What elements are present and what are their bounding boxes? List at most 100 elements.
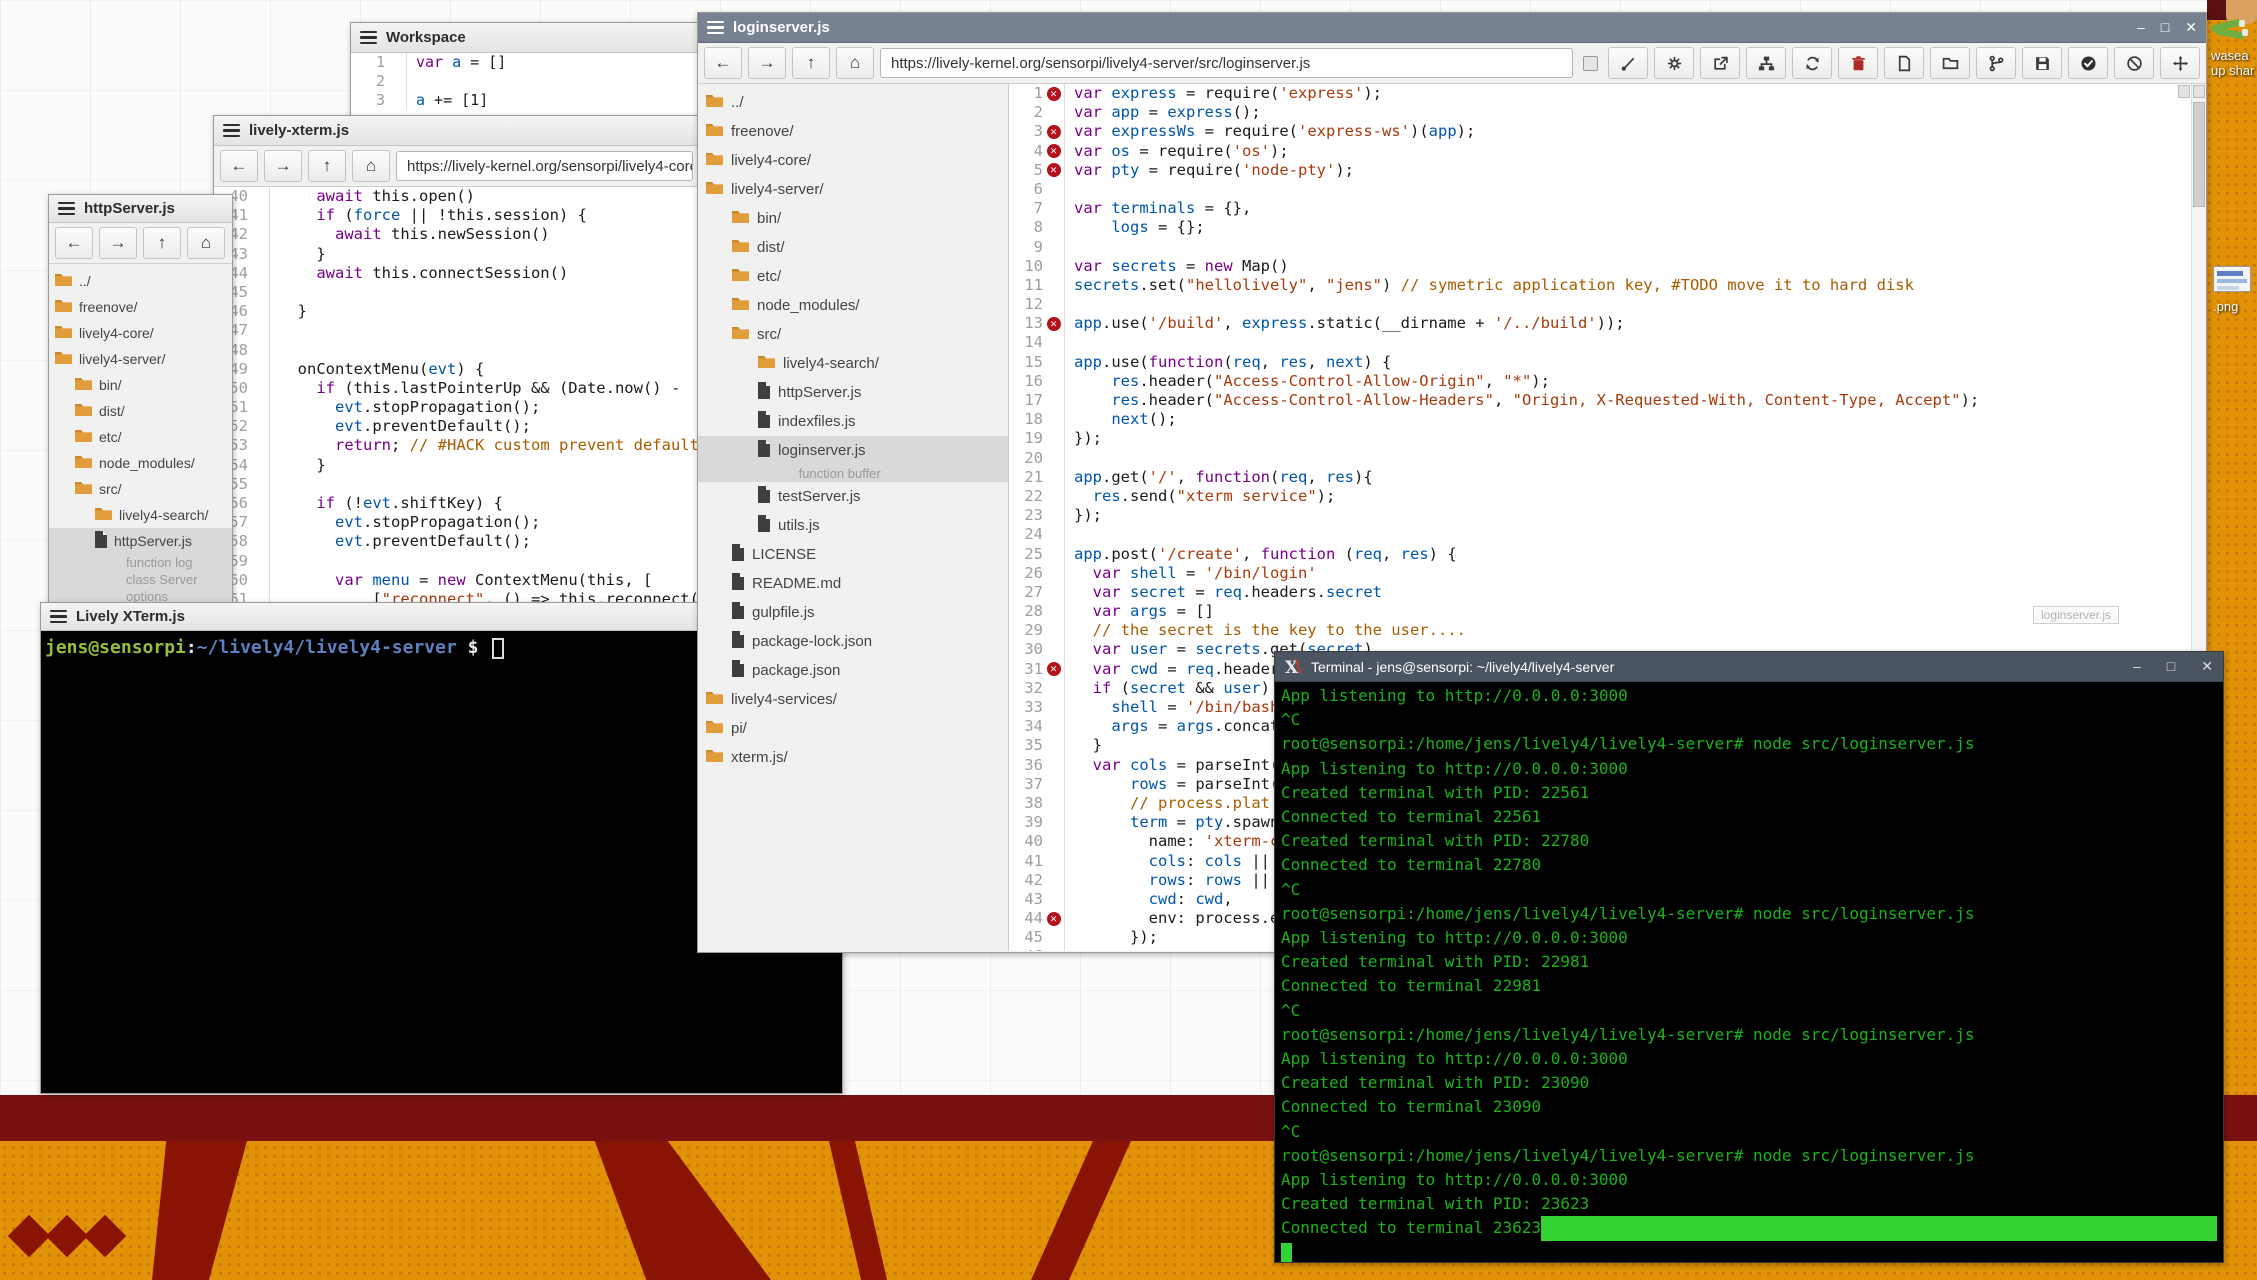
code-line[interactable]: 20: [1009, 449, 2206, 468]
code-line[interactable]: 18 next();: [1009, 410, 2206, 429]
tree-item-gulpfile-js[interactable]: gulpfile.js: [698, 598, 1008, 627]
sitemap-button[interactable]: [1746, 47, 1786, 79]
url-input[interactable]: https://lively-kernel.org/sensorpi/livel…: [396, 151, 693, 181]
code-line[interactable]: 11secrets.set("hellolively", "jens") // …: [1009, 276, 2206, 295]
tree-item-etc[interactable]: etc/: [49, 424, 232, 450]
code-line[interactable]: 57 evt.stopPropagation();: [214, 513, 699, 532]
menu-icon[interactable]: [50, 610, 67, 624]
maximize-icon[interactable]: □: [2167, 658, 2175, 675]
scrollbar-thumb[interactable]: [2193, 102, 2205, 207]
code-line[interactable]: 24: [1009, 525, 2206, 544]
tree-item-src[interactable]: src/: [698, 320, 1008, 349]
code-line[interactable]: 40 await this.open(): [214, 187, 699, 206]
tree-item-node-modules[interactable]: node_modules/: [698, 291, 1008, 320]
tree-item-[interactable]: ../: [698, 88, 1008, 117]
close-icon[interactable]: ✕: [2185, 19, 2197, 36]
code-line[interactable]: 43 }: [214, 245, 699, 264]
code-line[interactable]: 1✕var express = require('express');: [1009, 84, 2206, 103]
trash-button[interactable]: [1838, 47, 1878, 79]
tree-item-dist[interactable]: dist/: [698, 233, 1008, 262]
code-line[interactable]: 5✕var pty = require('node-pty');: [1009, 161, 2206, 180]
up-button[interactable]: ↑: [143, 227, 181, 259]
code-line[interactable]: 21app.get('/', function(req, res){: [1009, 468, 2206, 487]
tree-item-etc[interactable]: etc/: [698, 262, 1008, 291]
code-line[interactable]: 45: [214, 283, 699, 302]
tree-item-xterm-js[interactable]: xterm.js/: [698, 743, 1008, 772]
code-line[interactable]: 3✕var expressWs = require('express-ws')(…: [1009, 122, 2206, 141]
forward-button[interactable]: →: [264, 150, 302, 182]
tree-item-lively4-services[interactable]: lively4-services/: [698, 685, 1008, 714]
tree-item-pi[interactable]: pi/: [698, 714, 1008, 743]
scrollbar-button[interactable]: [2193, 85, 2205, 98]
loginserver-titlebar[interactable]: loginserver.js – □ ✕: [698, 13, 2206, 43]
code-line[interactable]: 42 await this.newSession(): [214, 225, 699, 244]
menu-icon[interactable]: [58, 202, 75, 216]
code-line[interactable]: 54 }: [214, 456, 699, 475]
maximize-icon[interactable]: □: [2161, 19, 2169, 36]
code-line[interactable]: 12: [1009, 295, 2206, 314]
brush-button[interactable]: [1608, 47, 1648, 79]
save-button[interactable]: [2022, 47, 2062, 79]
code-line[interactable]: 50 if (this.lastPointerUp && (Date.now()…: [214, 379, 699, 398]
scrollbar-button[interactable]: [2178, 85, 2190, 98]
ban-button[interactable]: [2114, 47, 2154, 79]
back-button[interactable]: ←: [704, 47, 742, 79]
tree-item-httpserver-js[interactable]: httpServer.js: [698, 378, 1008, 407]
minimize-icon[interactable]: –: [2137, 19, 2145, 36]
tree-item-freenove[interactable]: freenove/: [698, 117, 1008, 146]
up-button[interactable]: ↑: [792, 47, 830, 79]
tree-item-node-modules[interactable]: node_modules/: [49, 450, 232, 476]
tree-item-utils-js[interactable]: utils.js: [698, 511, 1008, 540]
code-line[interactable]: 28 var args = []: [1009, 602, 2206, 621]
code-line[interactable]: 25app.post('/create', function (req, res…: [1009, 545, 2206, 564]
home-button[interactable]: ⌂: [352, 150, 390, 182]
gears-button[interactable]: [1654, 47, 1694, 79]
menu-icon[interactable]: [223, 124, 240, 138]
external-link-button[interactable]: [1700, 47, 1740, 79]
code-line[interactable]: 55: [214, 475, 699, 494]
tree-item-src[interactable]: src/: [49, 476, 232, 502]
desktop-icon-png[interactable]: .png: [2213, 266, 2257, 314]
tree-item-lively4-server[interactable]: lively4-server/: [49, 346, 232, 372]
home-button[interactable]: ⌂: [187, 227, 225, 259]
code-line[interactable]: 26 var shell = '/bin/login': [1009, 564, 2206, 583]
code-line[interactable]: 27 var secret = req.headers.secret: [1009, 583, 2206, 602]
tree-item-readme-md[interactable]: README.md: [698, 569, 1008, 598]
tree-item-license[interactable]: LICENSE: [698, 540, 1008, 569]
tree-item-freenove[interactable]: freenove/: [49, 294, 232, 320]
code-line[interactable]: 6: [1009, 180, 2206, 199]
expand-button[interactable]: [2160, 47, 2200, 79]
tree-item-package-lock-json[interactable]: package-lock.json: [698, 627, 1008, 656]
code-line[interactable]: 15app.use(function(req, res, next) {: [1009, 353, 2206, 372]
code-line[interactable]: 44 await this.connectSession(): [214, 264, 699, 283]
code-line[interactable]: 58 evt.preventDefault();: [214, 532, 699, 551]
minimize-icon[interactable]: –: [2133, 658, 2141, 675]
desktop-icon-share[interactable]: wasea up shar: [2211, 20, 2257, 78]
code-line[interactable]: 13✕app.use('/build', express.static(__di…: [1009, 314, 2206, 333]
tree-item-package-json[interactable]: package.json: [698, 656, 1008, 685]
tree-item-httpserver-js[interactable]: httpServer.jsfunction logclass Serveropt…: [49, 528, 232, 605]
code-line[interactable]: 41 if (force || !this.session) {: [214, 206, 699, 225]
tree-item-[interactable]: ../: [49, 268, 232, 294]
xterm-editor-titlebar[interactable]: lively-xterm.js: [214, 116, 699, 146]
httpserver-titlebar[interactable]: httpServer.js: [49, 195, 232, 223]
forward-button[interactable]: →: [99, 227, 137, 259]
code-line[interactable]: 56 if (!evt.shiftKey) {: [214, 494, 699, 513]
tree-item-loginserver-js[interactable]: loginserver.jsfunction buffer: [698, 436, 1008, 482]
back-button[interactable]: ←: [55, 227, 93, 259]
close-icon[interactable]: ✕: [2201, 658, 2213, 675]
folder-button[interactable]: [1930, 47, 1970, 79]
code-line[interactable]: 23});: [1009, 506, 2206, 525]
code-line[interactable]: 51 evt.stopPropagation();: [214, 398, 699, 417]
menu-icon[interactable]: [707, 21, 724, 35]
code-line[interactable]: 16 res.header("Access-Control-Allow-Orig…: [1009, 372, 2206, 391]
up-button[interactable]: ↑: [308, 150, 346, 182]
tree-item-lively4-core[interactable]: lively4-core/: [698, 146, 1008, 175]
url-input[interactable]: https://lively-kernel.org/sensorpi/livel…: [880, 48, 1573, 78]
tree-item-lively4-search[interactable]: lively4-search/: [698, 349, 1008, 378]
tree-item-bin[interactable]: bin/: [49, 372, 232, 398]
code-line[interactable]: 19});: [1009, 429, 2206, 448]
code-line[interactable]: 60 var menu = new ContextMenu(this, [: [214, 571, 699, 590]
tree-item-dist[interactable]: dist/: [49, 398, 232, 424]
home-button[interactable]: ⌂: [836, 47, 874, 79]
